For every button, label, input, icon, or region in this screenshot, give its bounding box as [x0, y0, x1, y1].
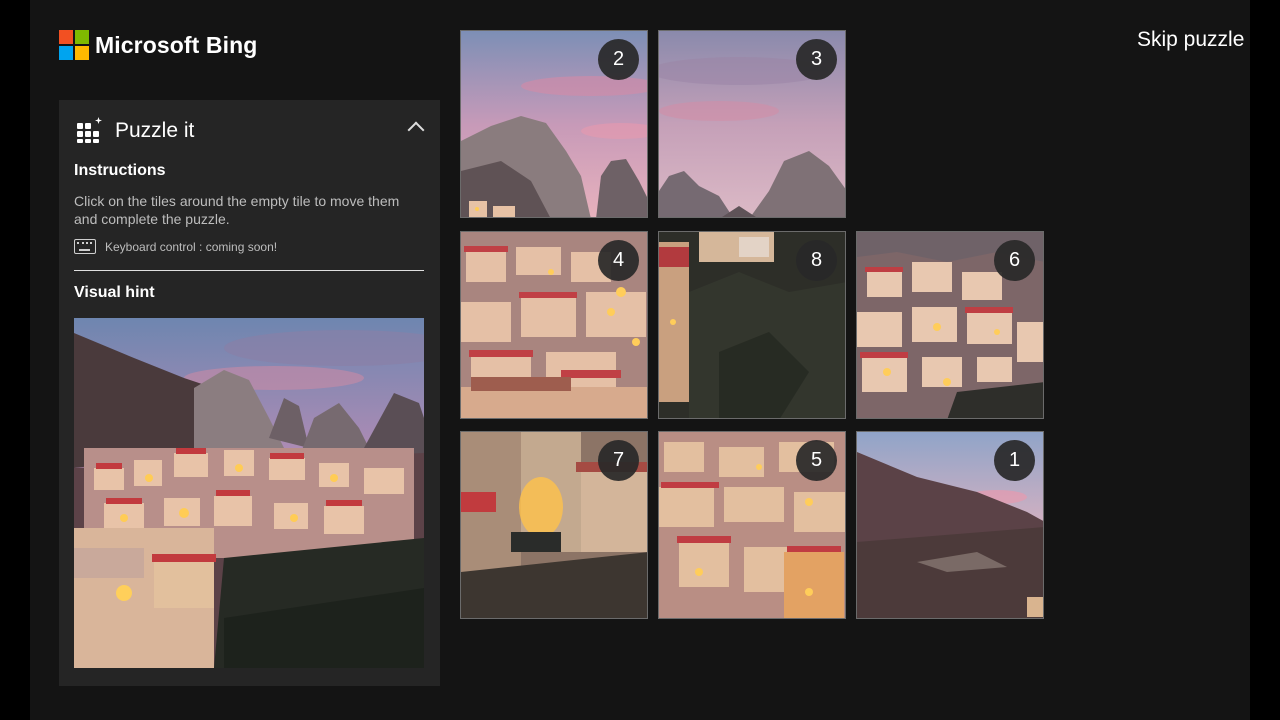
- logo-square-yellow: [75, 46, 89, 60]
- instructions-heading: Instructions: [74, 162, 166, 179]
- puzzle-tile-8[interactable]: 8: [658, 231, 846, 419]
- puzzle-tile-2[interactable]: 2: [460, 30, 648, 218]
- puzzle-page: Microsoft Bing Puzzle it Instructions Cl…: [30, 0, 1250, 720]
- puzzle-tile-7[interactable]: 7: [460, 431, 648, 619]
- keyboard-text: Keyboard control : coming soon!: [105, 239, 278, 254]
- tile-number-badge: 6: [994, 240, 1035, 281]
- panel-title: Puzzle it: [115, 119, 195, 142]
- puzzle-tile-4[interactable]: 4: [460, 231, 648, 419]
- brand-name: Microsoft Bing: [95, 31, 258, 58]
- logo-square-green: [75, 30, 89, 44]
- visual-hint-image: [74, 318, 424, 668]
- tile-number-badge: 8: [796, 240, 837, 281]
- tile-number-badge: 4: [598, 240, 639, 281]
- tile-number-badge: 7: [598, 440, 639, 481]
- skip-puzzle-link[interactable]: Skip puzzle: [1137, 28, 1250, 52]
- keyboard-icon: [74, 239, 96, 254]
- tile-number-badge: 2: [598, 39, 639, 80]
- visual-hint-heading: Visual hint: [74, 284, 155, 301]
- puzzle-grid-icon: [77, 117, 102, 143]
- logo-square-blue: [59, 46, 73, 60]
- puzzle-tile-6[interactable]: 6: [856, 231, 1044, 419]
- tile-number-badge: 3: [796, 39, 837, 80]
- puzzle-tile-1[interactable]: 1: [856, 431, 1044, 619]
- instructions-panel: Puzzle it Instructions Click on the tile…: [59, 100, 440, 686]
- panel-header[interactable]: Puzzle it: [59, 100, 440, 162]
- divider: [74, 270, 424, 271]
- puzzle-board: 2 3 4 8 6 7 5 1: [460, 30, 1044, 619]
- tile-number-badge: 5: [796, 440, 837, 481]
- puzzle-tile-3[interactable]: 3: [658, 30, 846, 218]
- microsoft-logo-icon: [59, 30, 89, 60]
- logo-square-red: [59, 30, 73, 44]
- empty-tile[interactable]: [856, 30, 1044, 218]
- tile-number-badge: 1: [994, 440, 1035, 481]
- keyboard-note: Keyboard control : coming soon!: [74, 239, 277, 254]
- brand[interactable]: Microsoft Bing: [59, 30, 257, 60]
- instructions-text: Click on the tiles around the empty tile…: [74, 193, 400, 227]
- puzzle-tile-5[interactable]: 5: [658, 431, 846, 619]
- chevron-up-icon[interactable]: [407, 121, 425, 139]
